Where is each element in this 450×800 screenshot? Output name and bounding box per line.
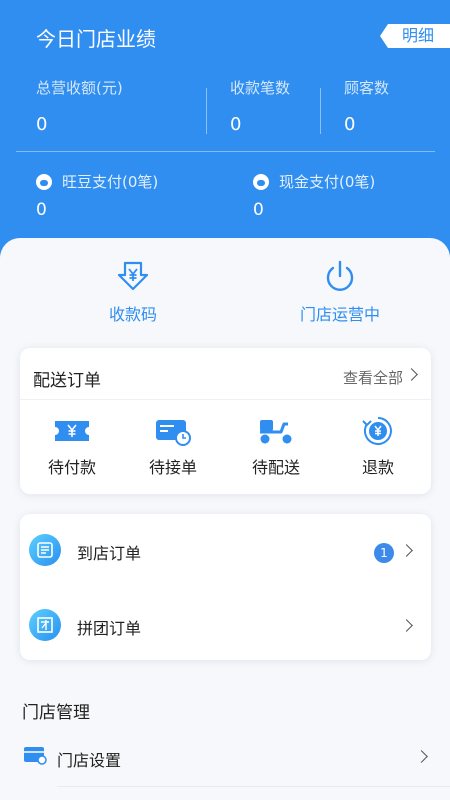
pending-payment-label: 待付款 — [47, 458, 96, 477]
ticket-yuan-icon — [55, 421, 89, 441]
performance-header: 今日门店业绩 明细 总营收额(元) 0 收款笔数 0 顾客数 0 旺豆支付(0笔… — [0, 0, 450, 262]
bean-payment-label: 旺豆支付(0笔) — [36, 171, 158, 192]
refund-icon — [362, 417, 392, 445]
stat-divider — [206, 88, 207, 134]
total-revenue-value: 0 — [36, 114, 48, 135]
scooter-icon — [260, 420, 292, 444]
receive-code-icon — [117, 261, 149, 291]
store-settings-icon — [24, 747, 47, 765]
header-divider — [16, 151, 435, 152]
store-order-icon — [29, 534, 61, 566]
pending-delivery-item[interactable]: 待配送 — [236, 416, 316, 478]
bean-icon — [36, 173, 52, 190]
cash-payment-label: 现金支付(0笔) — [253, 171, 375, 192]
view-all-link[interactable]: 查看全部 — [343, 367, 403, 388]
cash-payment-value: 0 — [253, 200, 264, 220]
store-status-label: 门店运营中 — [299, 305, 380, 324]
group-order-icon — [29, 609, 61, 641]
payment-count-value: 0 — [230, 114, 242, 135]
total-revenue-label: 总营收额(元) — [36, 79, 123, 97]
store-settings-row[interactable]: 门店设置 — [0, 730, 450, 786]
money-bag-icon — [253, 173, 269, 190]
chevron-right-icon — [400, 619, 413, 632]
store-management-title: 门店管理 — [22, 703, 90, 723]
refund-label: 退款 — [361, 458, 394, 477]
orders-list-card: 到店订单 1 拼团订单 — [20, 514, 431, 660]
receive-code-label: 收款码 — [108, 305, 157, 324]
store-status-button[interactable]: 门店运营中 — [280, 259, 400, 325]
chevron-right-icon — [400, 544, 413, 557]
card-divider — [20, 399, 431, 400]
stat-divider — [320, 88, 321, 134]
row-divider — [57, 786, 450, 787]
store-order-badge: 1 — [374, 543, 394, 563]
group-order-row[interactable]: 拼团订单 — [20, 593, 431, 653]
store-order-label: 到店订单 — [77, 544, 142, 563]
store-order-row[interactable]: 到店订单 1 — [20, 518, 431, 578]
bean-payment-text: 旺豆支付(0笔) — [62, 173, 159, 191]
detail-button[interactable]: 明细 — [380, 24, 450, 48]
cash-payment-text: 现金支付(0笔) — [279, 173, 376, 191]
chevron-right-icon — [415, 750, 428, 763]
customer-count-label: 顾客数 — [344, 79, 390, 97]
power-icon — [326, 260, 354, 291]
refund-item[interactable]: 退款 — [338, 416, 418, 478]
delivery-orders-card: 配送订单 查看全部 待付款 待接单 待配送 退款 — [20, 348, 431, 494]
pending-payment-item[interactable]: 待付款 — [32, 416, 112, 478]
customer-count-value: 0 — [344, 114, 356, 135]
card-clock-icon — [156, 420, 191, 446]
store-settings-label: 门店设置 — [57, 751, 122, 770]
page-title: 今日门店业绩 — [36, 27, 156, 51]
pending-accept-item[interactable]: 待接单 — [133, 416, 213, 478]
pending-delivery-label: 待配送 — [251, 458, 300, 477]
group-order-label: 拼团订单 — [77, 619, 142, 638]
bean-payment-value: 0 — [36, 200, 47, 220]
payment-count-label: 收款笔数 — [230, 79, 291, 97]
delivery-orders-title: 配送订单 — [33, 371, 101, 391]
chevron-right-icon — [405, 368, 418, 381]
receive-code-button[interactable]: 收款码 — [73, 259, 193, 325]
pending-accept-label: 待接单 — [148, 458, 197, 477]
